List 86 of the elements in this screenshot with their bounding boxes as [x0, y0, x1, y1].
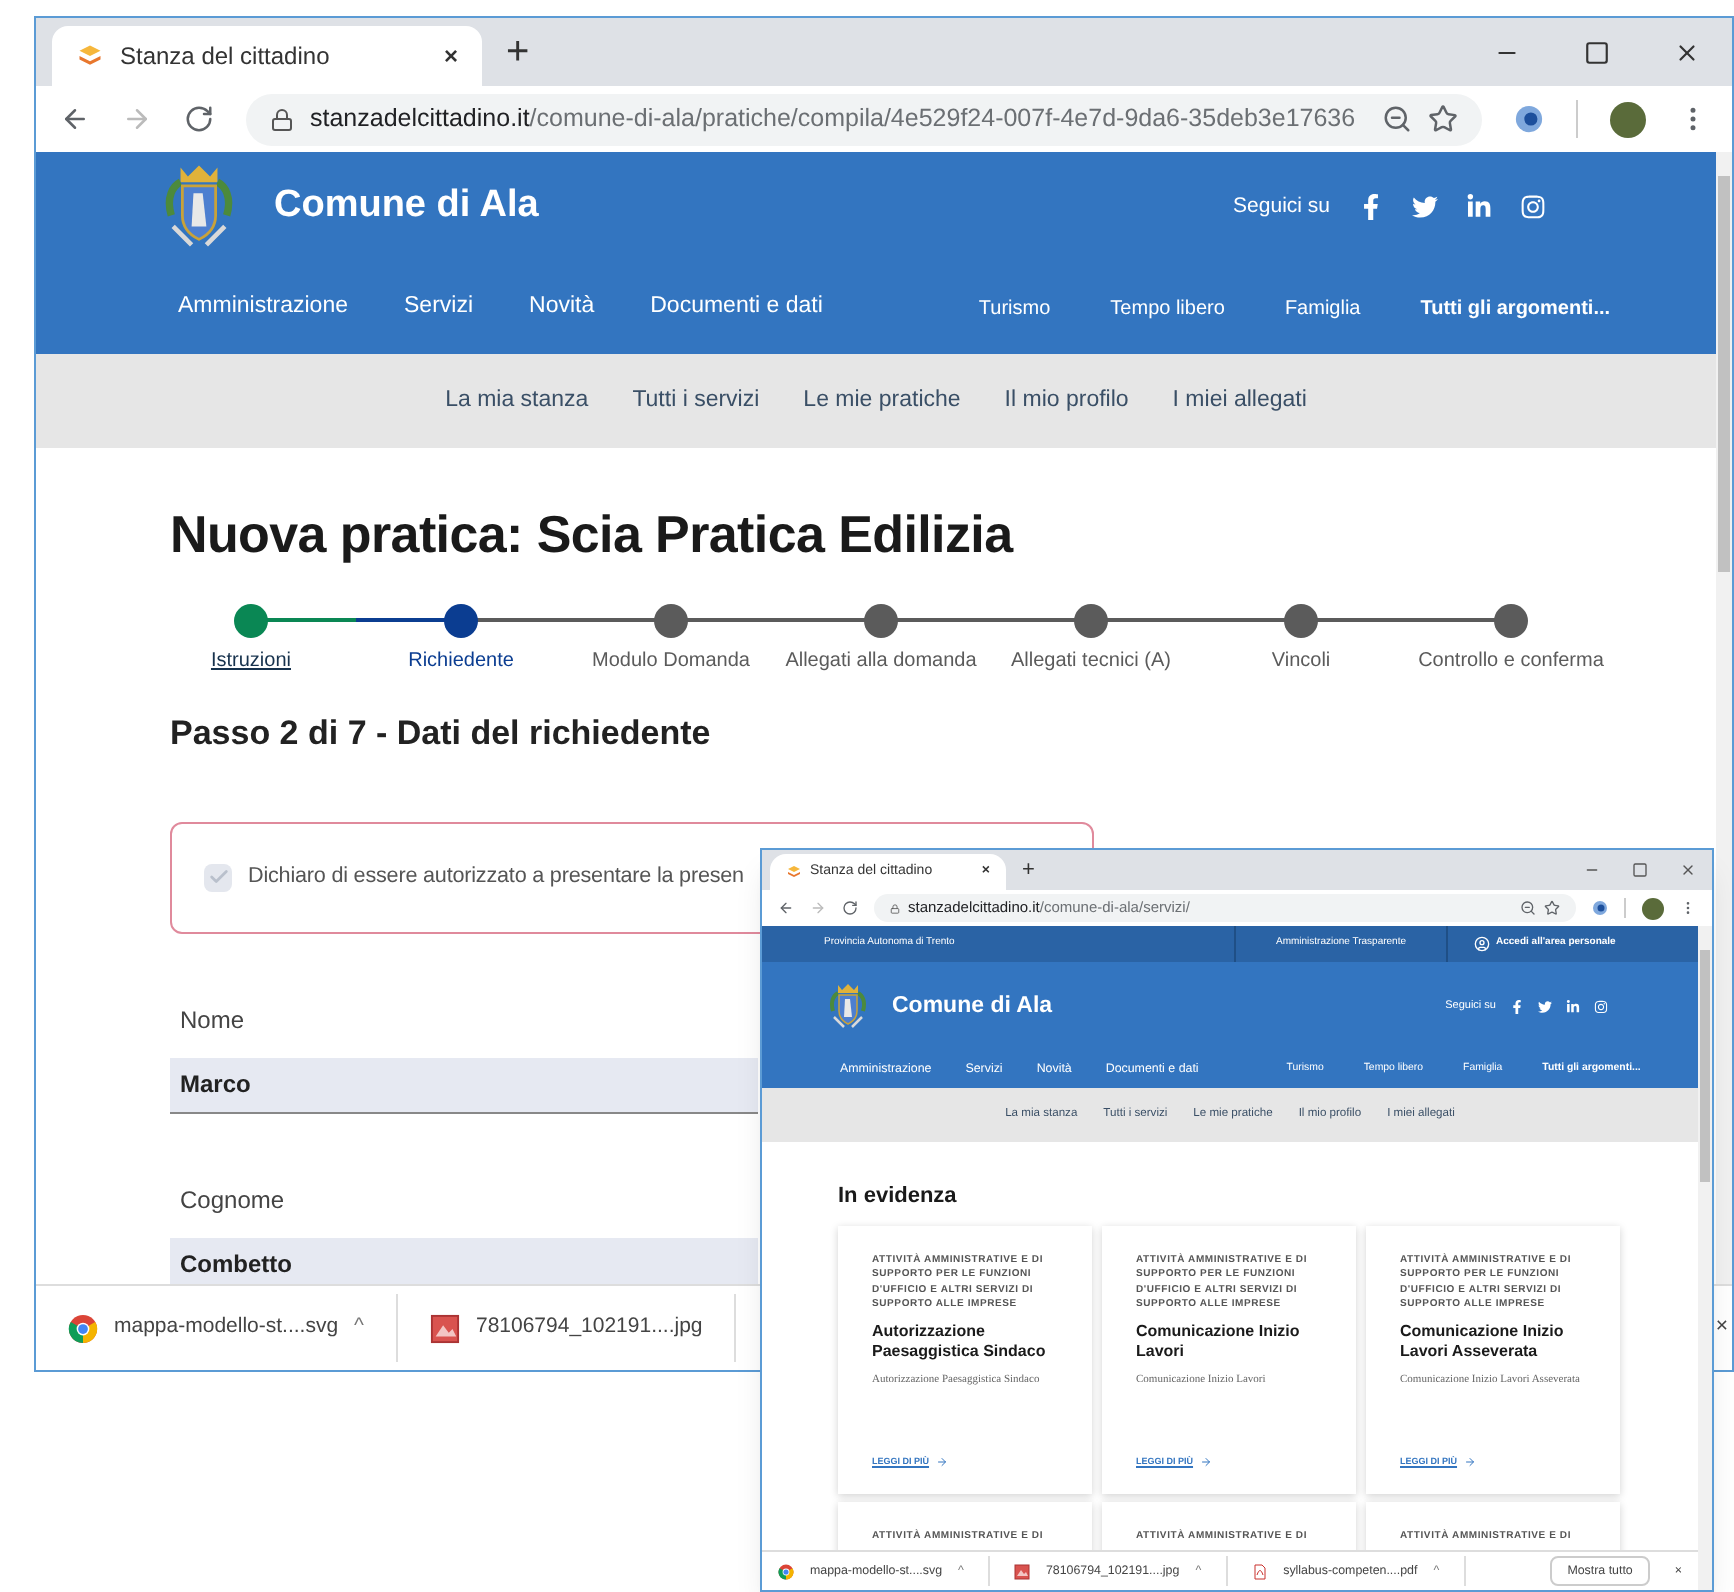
topic-link[interactable]: Tutti gli argomenti... [1420, 293, 1611, 323]
linkedin-icon[interactable] [1566, 1000, 1580, 1014]
field-label: Cognome [178, 1183, 285, 1217]
user-icon [1474, 936, 1490, 952]
linkedin-icon[interactable] [1466, 194, 1492, 220]
step-label: Vincoli [1271, 648, 1331, 676]
avatar[interactable] [1610, 101, 1646, 137]
section-title: In evidenza [838, 1182, 959, 1212]
zoom-icon[interactable] [1382, 104, 1412, 134]
step-heading: Passo 2 di 7 - Dati del richiedente [170, 712, 713, 756]
close-icon[interactable] [1674, 39, 1700, 65]
card-title: Autorizzazione Paesaggistica Sindaco [872, 1321, 1048, 1361]
topic-link[interactable]: Famiglia [1284, 293, 1361, 323]
avatar[interactable] [1642, 897, 1664, 919]
step-label: Richiedente [408, 648, 514, 676]
address-field[interactable]: stanzadelcittadino.it/comune-di-ala/pratiche/compila/4e529f24-007f-4e7d-9da6-35deb3e17636 [246, 93, 1482, 145]
site-name[interactable]: Comune di Ala [274, 178, 539, 236]
pdf-file-icon [1251, 1563, 1268, 1579]
lock-icon [270, 107, 294, 131]
tab-close-button[interactable]: × [443, 38, 458, 75]
extension-icon[interactable] [1592, 900, 1608, 916]
step-label: Allegati tecnici (A) [1010, 648, 1172, 676]
sub-nav-link[interactable]: Le mie pratiche [803, 383, 961, 419]
arrow-icon [935, 1456, 948, 1469]
scrollbar[interactable] [1698, 926, 1712, 1590]
facebook-icon[interactable] [1358, 194, 1384, 220]
bookmark-star-icon[interactable] [1428, 104, 1458, 134]
declaration-label: Dichiaro di essere autorizzato a presentare la presen [248, 862, 744, 893]
text-field[interactable]: Marco [170, 1057, 758, 1113]
browser-tab[interactable]: Stanza del cittadino × [52, 26, 482, 86]
new-tab-button[interactable]: + [482, 22, 554, 82]
browser-logo-icon [778, 1563, 794, 1579]
browser-logo-icon [68, 1313, 98, 1343]
caret-icon[interactable]: ^ [354, 1312, 364, 1344]
extension-icon[interactable] [1514, 104, 1544, 134]
topic-link[interactable]: Turismo [978, 293, 1051, 323]
file-name: 78106794_102191....jpg [475, 1312, 703, 1343]
back-icon[interactable] [60, 104, 90, 134]
tab-title: Stanza del cittadino [120, 40, 332, 75]
bookmark-star-icon[interactable] [1544, 900, 1560, 916]
maximize-icon[interactable] [1584, 39, 1610, 65]
image-file-icon [1013, 1563, 1030, 1579]
follow-label: Seguici su [1233, 191, 1330, 222]
stack-icon [786, 864, 802, 881]
new-tab-button[interactable]: + [1006, 853, 1051, 887]
back-icon[interactable] [778, 900, 794, 916]
card-title: Comunicazione Inizio Lavori Asseverata [1400, 1321, 1566, 1361]
site-name[interactable]: Comune di Ala [892, 989, 1053, 1025]
image-file-icon [429, 1313, 460, 1343]
reload-icon[interactable] [842, 900, 858, 916]
check-icon [207, 866, 229, 888]
file-name: mappa-modello-st....svg [114, 1312, 339, 1343]
step-label: Allegati alla domanda [785, 648, 977, 676]
checkbox[interactable] [204, 863, 232, 891]
sub-nav-link[interactable]: Tutti i servizi [632, 383, 760, 419]
nav-link[interactable]: Amministrazione [178, 290, 348, 326]
page-title: Nuova pratica: Scia Pratica Edilizia [170, 502, 1016, 568]
download-item[interactable]: mappa-modello-st....svg ^ [68, 1294, 398, 1362]
arrow-icon [1463, 1456, 1476, 1469]
reload-icon[interactable] [184, 104, 214, 134]
step-label: Modulo Domanda [592, 648, 750, 676]
download-item[interactable]: 78106794_102191....jpg [429, 1294, 737, 1362]
instagram-icon[interactable] [1520, 194, 1546, 220]
text-field[interactable]: Combetto [170, 1237, 758, 1284]
zoom-icon[interactable] [1520, 900, 1536, 916]
close-icon[interactable] [1680, 862, 1696, 878]
twitter-icon[interactable] [1538, 1000, 1552, 1014]
stack-icon [76, 42, 104, 71]
topic-link[interactable]: Tempo libero [1110, 293, 1225, 323]
scrollbar[interactable] [1716, 152, 1732, 1284]
sub-nav-link[interactable]: La mia stanza [445, 383, 589, 419]
field-label: Nome [178, 1003, 245, 1037]
facebook-icon[interactable] [1510, 1000, 1524, 1014]
lock-icon [890, 903, 900, 913]
arrow-icon [1199, 1456, 1212, 1469]
step-label[interactable]: Istruzioni [210, 646, 291, 676]
nav-link[interactable]: Novità [529, 290, 595, 326]
twitter-icon[interactable] [1412, 194, 1438, 220]
downloads-close-button[interactable]: × [1715, 1312, 1728, 1344]
card-title: Comunicazione Inizio Lavori [1136, 1321, 1302, 1361]
nav-link[interactable]: Documenti e dati [650, 290, 823, 326]
sub-nav-link[interactable]: I miei allegati [1172, 383, 1307, 419]
nav-link[interactable]: Servizi [404, 290, 474, 326]
instagram-icon[interactable] [1594, 1000, 1608, 1014]
step-label: Controllo e conferma [1418, 648, 1604, 676]
sub-nav-link[interactable]: Il mio profilo [1004, 383, 1129, 419]
